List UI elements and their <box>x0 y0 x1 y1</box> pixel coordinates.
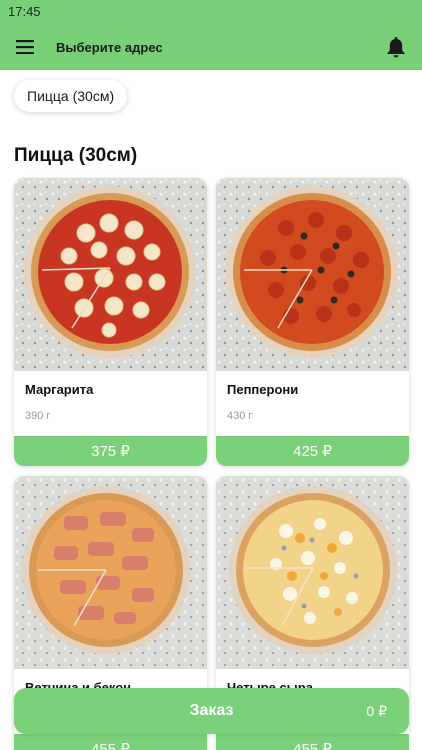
price-button[interactable]: 375 ₽ <box>14 436 207 466</box>
product-card[interactable]: Пепперони 430 г 425 ₽ <box>216 178 409 466</box>
product-image <box>216 476 409 669</box>
address-selector[interactable]: Выберите адрес <box>56 40 384 55</box>
status-bar: 17:45 <box>0 0 422 24</box>
product-image <box>14 476 207 669</box>
price-button[interactable]: 455 ₽ <box>216 734 409 750</box>
product-weight: 390 г <box>25 410 51 422</box>
order-button[interactable]: Заказ 0 ₽ <box>14 688 409 734</box>
screen: 17:45 Выберите адрес Пицца (30см) Пицца … <box>0 0 422 750</box>
app-bar: Выберите адрес <box>0 24 422 70</box>
category-chip[interactable]: Пицца (30см) <box>14 80 128 112</box>
product-card[interactable]: Маргарита 390 г 375 ₽ <box>14 178 207 466</box>
order-label: Заказ <box>189 702 234 719</box>
hamburger-menu-icon <box>16 40 34 54</box>
price-button[interactable]: 455 ₽ <box>14 734 207 750</box>
product-name: Пепперони <box>227 382 299 397</box>
status-time: 17:45 <box>8 4 41 19</box>
bell-icon <box>387 37 405 58</box>
product-image <box>14 178 207 371</box>
product-weight: 430 г <box>227 410 253 422</box>
price-button[interactable]: 425 ₽ <box>216 436 409 466</box>
menu-button[interactable] <box>14 36 36 58</box>
section-title: Пицца (30см) <box>14 145 138 166</box>
product-image <box>216 178 409 371</box>
order-total: 0 ₽ <box>366 702 387 719</box>
product-name: Маргарита <box>25 382 94 397</box>
notifications-button[interactable] <box>384 35 408 59</box>
